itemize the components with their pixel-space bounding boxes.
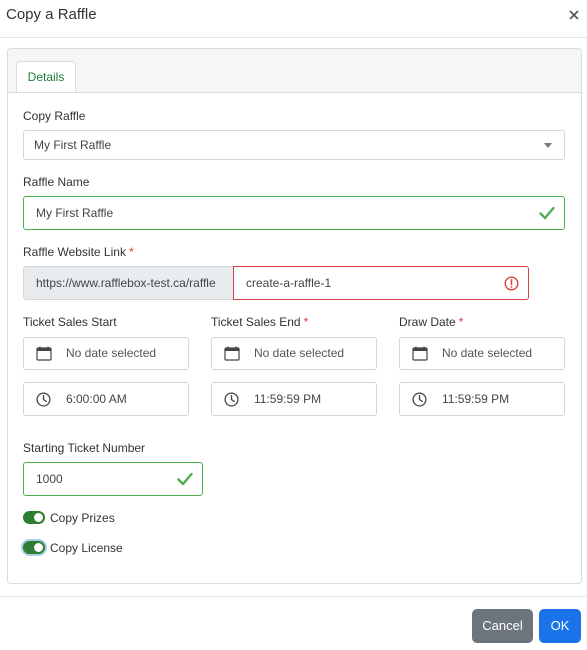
draw-date-time[interactable]: 11:59:59 PM	[399, 382, 565, 416]
footer-divider	[0, 596, 587, 597]
calendar-icon	[224, 346, 240, 361]
raffle-name-value: My First Raffle	[36, 206, 114, 220]
check-icon	[539, 206, 555, 220]
starting-ticket-label: Starting Ticket Number	[23, 441, 146, 455]
website-link-input[interactable]: create-a-raffle-1	[233, 266, 529, 300]
website-link-prefix: https://www.rafflebox-test.ca/raffle	[23, 266, 234, 300]
tab-bar: Details	[8, 49, 581, 93]
starting-ticket-value: 1000	[36, 472, 63, 486]
ticket-sales-end-date[interactable]: No date selected	[211, 337, 377, 370]
website-link-value: create-a-raffle-1	[246, 276, 332, 290]
ticket-sales-start-label: Ticket Sales Start	[23, 315, 117, 329]
dialog-title: Copy a Raffle	[6, 6, 97, 23]
calendar-icon	[36, 346, 52, 361]
cancel-button[interactable]: Cancel	[472, 609, 533, 643]
copy-raffle-dialog: Copy a Raffle Details Copy Raffle My Fir…	[0, 0, 587, 650]
check-icon	[177, 472, 193, 486]
copy-raffle-label: Copy Raffle	[23, 109, 86, 123]
clock-icon	[412, 392, 427, 407]
copy-raffle-value: My First Raffle	[34, 138, 112, 152]
draw-date-label: Draw Date *	[399, 315, 464, 329]
tab-details[interactable]: Details	[16, 61, 76, 92]
copy-license-label: Copy License	[50, 541, 123, 555]
close-icon[interactable]	[566, 7, 582, 23]
error-icon	[504, 276, 519, 291]
raffle-name-label: Raffle Name	[23, 175, 90, 189]
caret-down-icon	[544, 143, 552, 148]
clock-icon	[36, 392, 51, 407]
copy-raffle-select[interactable]: My First Raffle	[23, 130, 565, 160]
ticket-sales-end-time[interactable]: 11:59:59 PM	[211, 382, 377, 416]
starting-ticket-input[interactable]: 1000	[23, 462, 203, 496]
copy-prizes-label: Copy Prizes	[50, 511, 115, 525]
draw-date-date[interactable]: No date selected	[399, 337, 565, 370]
calendar-icon	[412, 346, 428, 361]
ticket-sales-start-date[interactable]: No date selected	[23, 337, 189, 370]
copy-license-toggle[interactable]	[23, 541, 45, 554]
clock-icon	[224, 392, 239, 407]
ok-button[interactable]: OK	[539, 609, 581, 643]
dialog-header: Copy a Raffle	[0, 0, 587, 38]
ticket-sales-end-label: Ticket Sales End *	[211, 315, 309, 329]
copy-prizes-toggle[interactable]	[23, 511, 45, 524]
ticket-sales-start-time[interactable]: 6:00:00 AM	[23, 382, 189, 416]
website-link-label: Raffle Website Link *	[23, 245, 134, 259]
raffle-name-input[interactable]: My First Raffle	[23, 196, 565, 230]
